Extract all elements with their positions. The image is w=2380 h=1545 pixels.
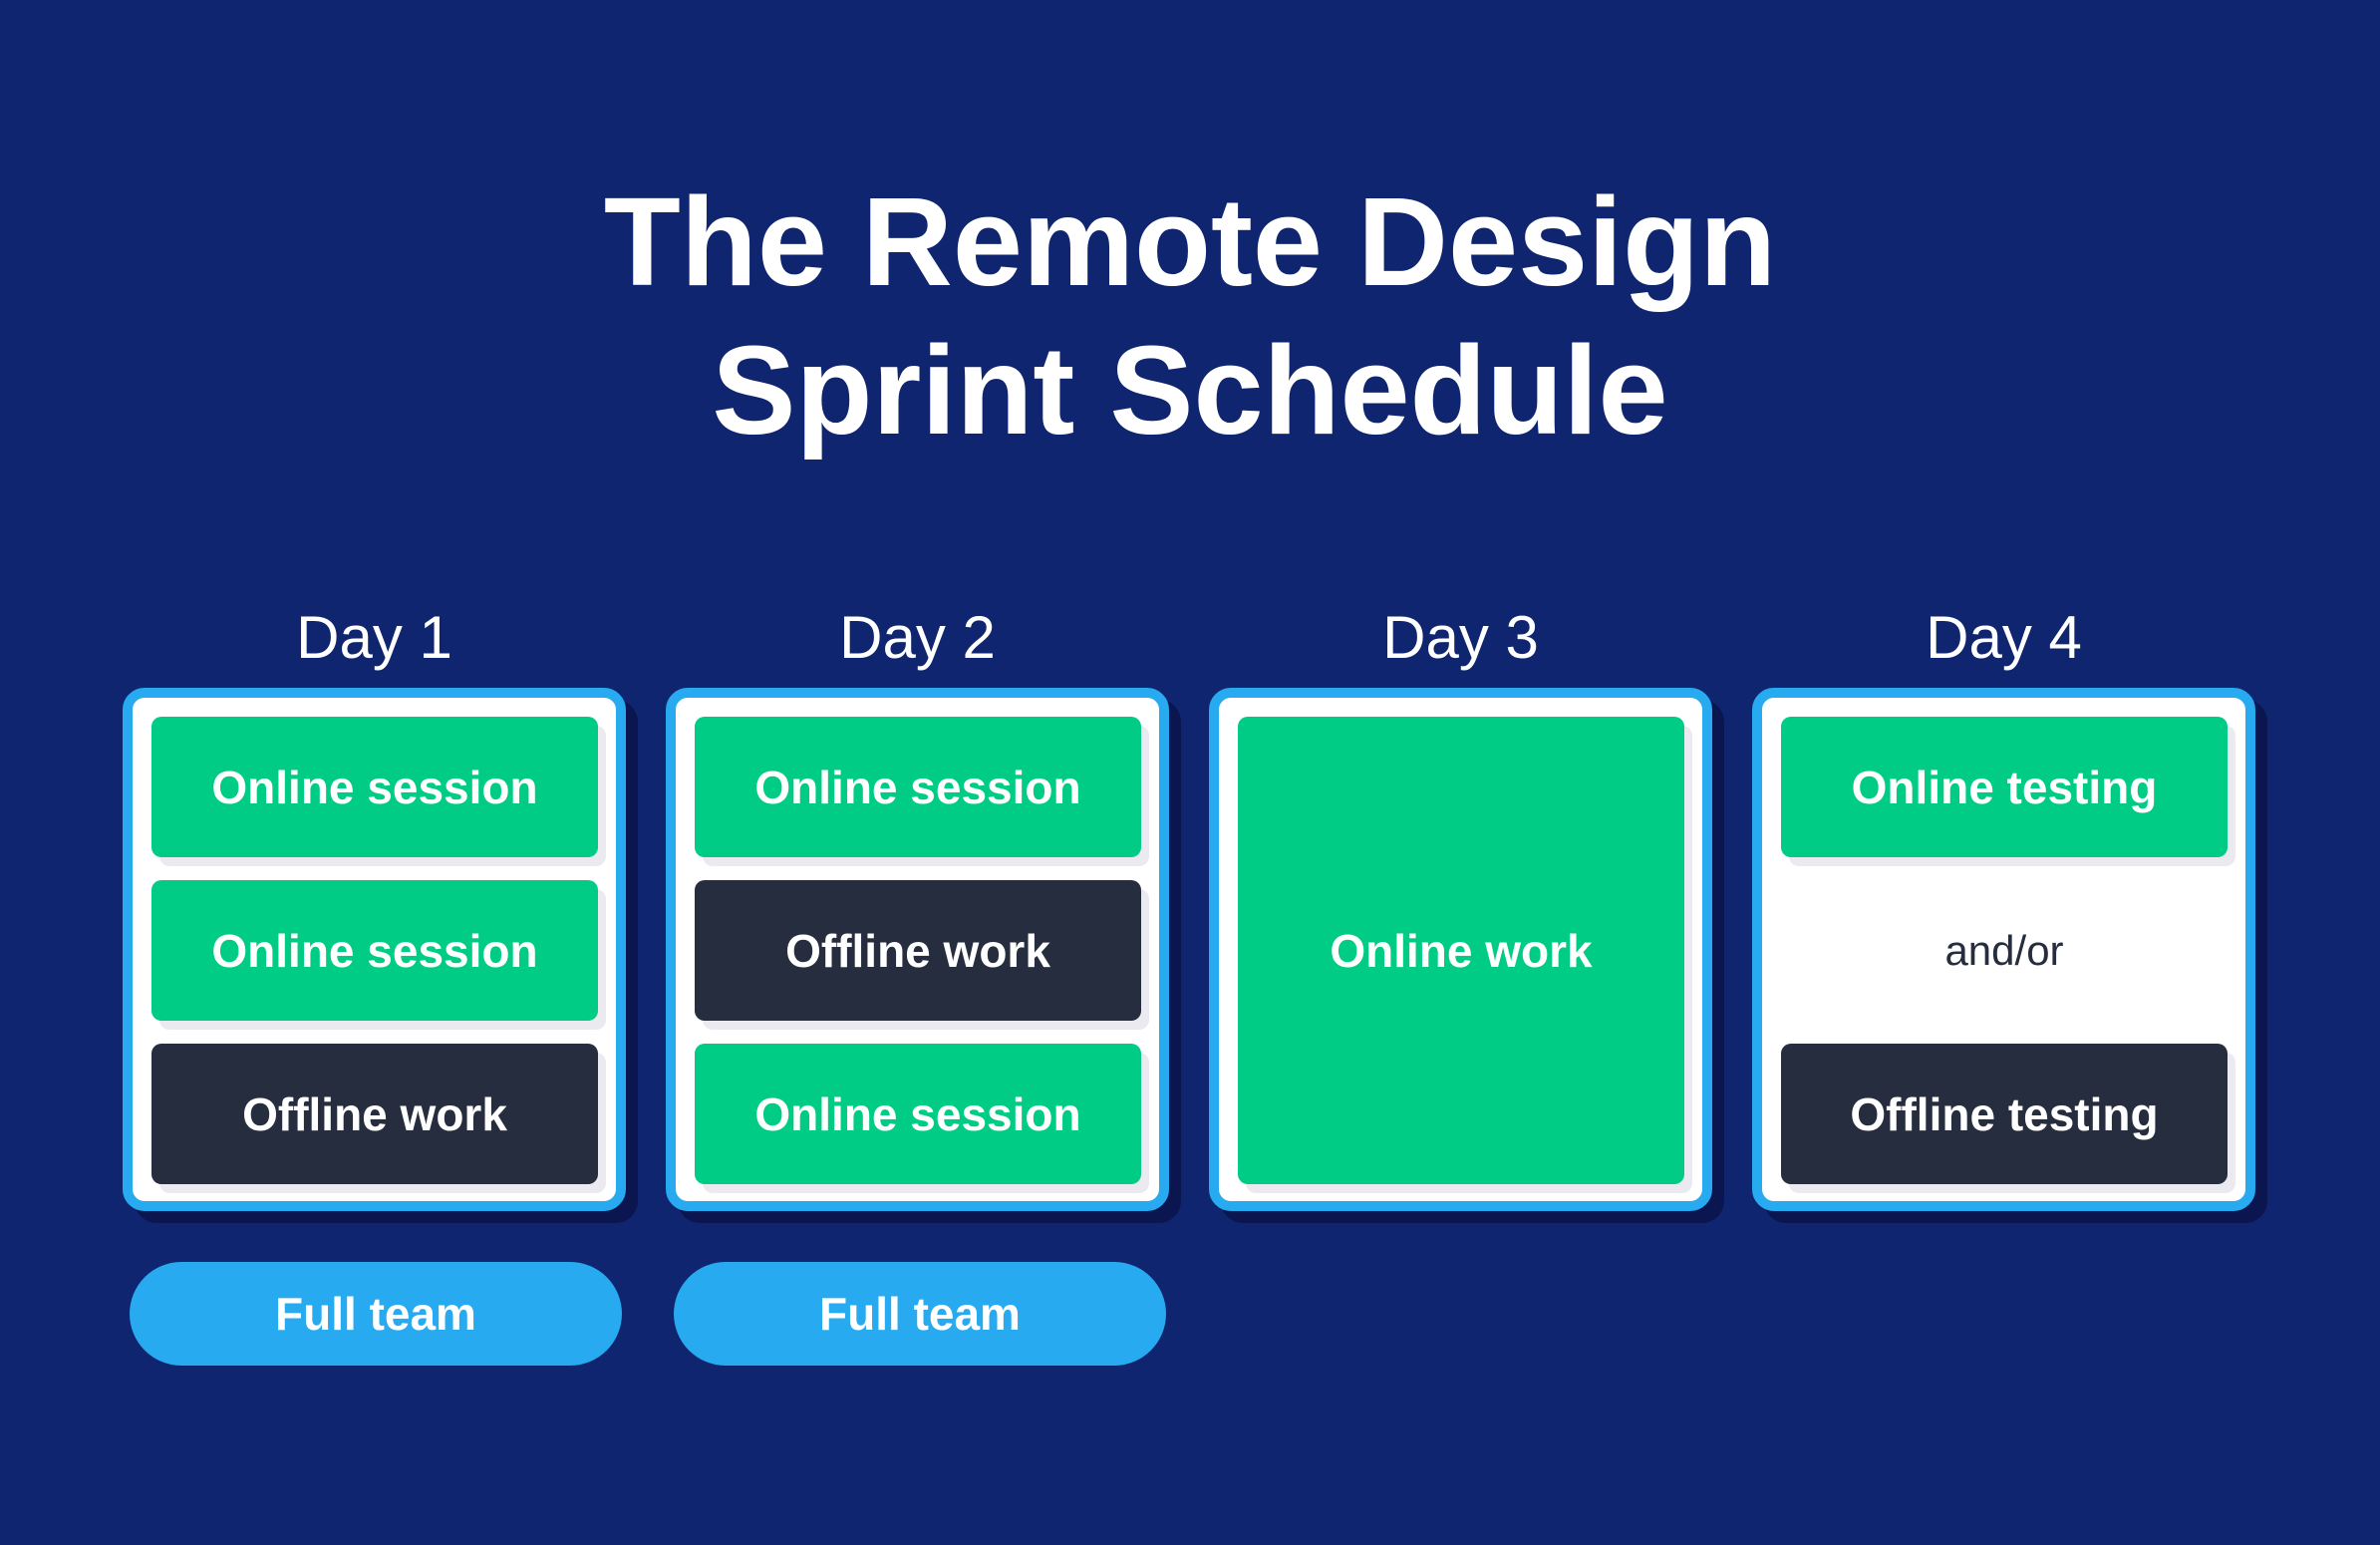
- day-3-label: Day 3: [1382, 604, 1539, 671]
- day-2-block-offline-work: Offline work: [695, 880, 1141, 1021]
- day-2-team-badge: Full team: [674, 1262, 1166, 1366]
- day-4-block-online-testing: Online testing: [1781, 717, 2228, 857]
- day-2-label: Day 2: [839, 604, 996, 671]
- day-2-card: Online session Offline work Online sessi…: [666, 688, 1169, 1211]
- day-3-block-online-work: Online work: [1238, 717, 1684, 1184]
- day-2-block-online-session: Online session: [695, 717, 1141, 857]
- page-title: The Remote Design Sprint Schedule: [0, 167, 2380, 464]
- day-2-block-online-session: Online session: [695, 1044, 1141, 1184]
- day-1-card: Online session Online session Offline wo…: [123, 688, 626, 1211]
- day-4-card: Online testing and/or Offline testing: [1752, 688, 2255, 1211]
- title-line-1: The Remote Design: [603, 171, 1777, 312]
- day-1-block-online-session: Online session: [151, 880, 598, 1021]
- day-1-block-online-session: Online session: [151, 717, 598, 857]
- day-4-separator: and/or: [1944, 926, 2064, 974]
- title-line-2: Sprint Schedule: [712, 320, 1668, 461]
- day-1-label: Day 1: [296, 604, 452, 671]
- day-4-block-offline-testing: Offline testing: [1781, 1044, 2228, 1184]
- day-4-label: Day 4: [1926, 604, 2082, 671]
- day-1-block-offline-work: Offline work: [151, 1044, 598, 1184]
- day-3-card: Online work: [1209, 688, 1712, 1211]
- day-1-team-badge: Full team: [130, 1262, 622, 1366]
